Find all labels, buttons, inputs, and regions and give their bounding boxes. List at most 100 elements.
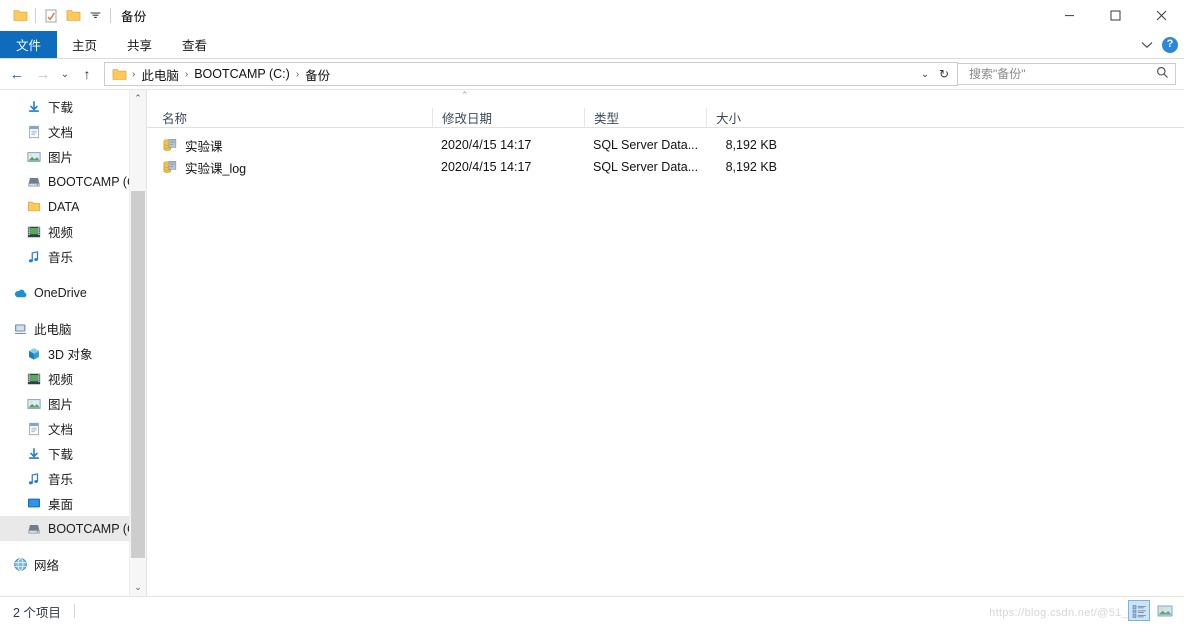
forward-button[interactable]: → xyxy=(30,62,56,86)
sidebar-item-音乐[interactable]: 音乐 xyxy=(0,244,146,269)
video-icon xyxy=(24,224,44,240)
navigation-pane: 下载 文档 图片 BOOTCAMP (C: DATA 视频 音乐 OneDrive 此电脑 3D … xyxy=(0,90,147,596)
refresh-icon[interactable]: ↻ xyxy=(935,67,953,81)
folder-icon[interactable] xyxy=(9,5,31,27)
column-header-size[interactable]: 大小 xyxy=(706,108,796,127)
table-row[interactable]: 实验课 2020/4/15 14:17 SQL Server Data... 8,19… xyxy=(147,134,1184,156)
toolbar-divider xyxy=(35,8,36,23)
file-type-cell: SQL Server Data... xyxy=(593,138,699,152)
file-name-cell: 实验课_log xyxy=(147,158,432,177)
view-mode-buttons xyxy=(1128,600,1176,621)
pictures-icon xyxy=(24,149,44,165)
sql-database-file-icon xyxy=(162,160,178,175)
column-header-date[interactable]: 修改日期 xyxy=(432,108,584,127)
tab-file[interactable]: 文件 xyxy=(0,31,58,58)
file-name-cell: 实验课 xyxy=(147,136,432,155)
address-bar: ← → ⌄ ↑ › 此电脑 › BOOTCAMP (C:) › 备份 ⌄ ↻ xyxy=(0,59,1184,89)
sidebar-item-下载[interactable]: 下载 xyxy=(0,441,146,466)
nav-group-gap xyxy=(0,305,146,316)
help-button[interactable]: ? xyxy=(1162,36,1178,53)
breadcrumb-item-0[interactable]: 此电脑 xyxy=(138,65,182,84)
chevron-down-icon[interactable]: ⌄ xyxy=(917,69,933,80)
breadcrumb-separator[interactable]: › xyxy=(129,69,138,80)
network-icon xyxy=(10,557,30,573)
tab-share[interactable]: 共享 xyxy=(112,31,167,58)
minimize-button[interactable] xyxy=(1046,0,1092,31)
sidebar-item-视频[interactable]: 视频 xyxy=(0,366,146,391)
pictures-icon xyxy=(24,396,44,412)
file-size-cell: 8,192 KB xyxy=(725,138,777,152)
chevron-down-icon[interactable] xyxy=(1141,38,1153,52)
drive-icon xyxy=(24,521,44,537)
breadcrumb-separator[interactable]: › xyxy=(293,69,302,80)
file-size-cell: 8,192 KB xyxy=(725,160,777,174)
ribbon-tabs: 文件 主页 共享 查看 ? xyxy=(0,31,1184,59)
maximize-button[interactable] xyxy=(1092,0,1138,31)
search-box[interactable] xyxy=(958,63,1176,85)
new-folder-icon[interactable] xyxy=(62,5,84,27)
window-controls xyxy=(1046,0,1184,31)
sidebar-item-此电脑[interactable]: 此电脑 xyxy=(0,316,146,341)
sidebar-item-网络[interactable]: 网络 xyxy=(0,552,146,577)
large-icons-view-button[interactable] xyxy=(1154,600,1176,621)
sidebar-item-视频[interactable]: 视频 xyxy=(0,219,146,244)
sidebar-item-label: OneDrive xyxy=(34,285,87,300)
sidebar-item-label: BOOTCAMP (C: xyxy=(48,174,140,189)
scrollbar-thumb[interactable] xyxy=(131,191,145,558)
breadcrumb-item-2[interactable]: 备份 xyxy=(302,65,333,84)
download-icon xyxy=(24,99,44,115)
tab-view[interactable]: 查看 xyxy=(167,31,222,58)
breadcrumb-item-1[interactable]: BOOTCAMP (C:) xyxy=(191,67,293,81)
close-button[interactable] xyxy=(1138,0,1184,31)
details-view-button[interactable] xyxy=(1128,600,1150,621)
sidebar-item-OneDrive[interactable]: OneDrive xyxy=(0,280,146,305)
sidebar-item-BOOTCAMP-C-[interactable]: BOOTCAMP (C: xyxy=(0,169,146,194)
sidebar-item-BOOTCAMP-C-[interactable]: BOOTCAMP (C: xyxy=(0,516,146,541)
scroll-down-button[interactable]: ⌄ xyxy=(130,579,146,596)
back-button[interactable]: ← xyxy=(4,62,30,86)
up-button[interactable]: ↑ xyxy=(74,62,100,86)
ribbon-actions: ? xyxy=(1141,31,1178,58)
sidebar-item-图片[interactable]: 图片 xyxy=(0,391,146,416)
sidebar-item-3D-对象[interactable]: 3D 对象 xyxy=(0,341,146,366)
download-icon xyxy=(24,446,44,462)
column-header-type[interactable]: 类型 xyxy=(584,108,706,127)
breadcrumb-separator[interactable]: › xyxy=(182,69,191,80)
navigation-list: 下载 文档 图片 BOOTCAMP (C: DATA 视频 音乐 OneDrive 此电脑 3D … xyxy=(0,90,146,596)
recent-locations-button[interactable]: ⌄ xyxy=(56,62,74,86)
scroll-up-button[interactable]: ⌃ xyxy=(130,90,146,107)
table-row[interactable]: 实验课_log 2020/4/15 14:17 SQL Server Data...… xyxy=(147,156,1184,178)
sql-database-file-icon xyxy=(162,138,178,153)
sidebar-item-音乐[interactable]: 音乐 xyxy=(0,466,146,491)
sidebar-item-label: 3D 对象 xyxy=(48,348,93,362)
drive-icon xyxy=(24,174,44,190)
status-bar: 2 个项目 https://blog.csdn.net/@51_ xyxy=(0,596,1184,625)
sidebar-item-label: BOOTCAMP (C: xyxy=(48,521,140,536)
breadcrumb-tail: ⌄ ↻ xyxy=(917,67,955,81)
chevron-down-icon[interactable] xyxy=(84,5,106,27)
music-icon xyxy=(24,249,44,265)
folder-icon xyxy=(110,68,129,81)
tab-home[interactable]: 主页 xyxy=(57,31,112,58)
sidebar-item-图片[interactable]: 图片 xyxy=(0,144,146,169)
file-rows: 实验课 2020/4/15 14:17 SQL Server Data... 8,19… xyxy=(147,128,1184,596)
sidebar-item-label: 音乐 xyxy=(48,473,74,487)
title-bar: 备份 xyxy=(0,0,1184,31)
file-date-cell: 2020/4/15 14:17 xyxy=(441,138,532,152)
sidebar-item-label: 桌面 xyxy=(48,498,74,512)
music-icon xyxy=(24,471,44,487)
file-explorer-window: 备份 文件 主页 共享 查看 ? ← → ⌄ ↑ › 此电脑 › BOOTCAM… xyxy=(0,0,1184,625)
sidebar-item-下载[interactable]: 下载 xyxy=(0,94,146,119)
search-input[interactable] xyxy=(967,66,1156,82)
breadcrumb[interactable]: › 此电脑 › BOOTCAMP (C:) › 备份 ⌄ ↻ xyxy=(104,62,958,86)
column-header-name[interactable]: 名称 xyxy=(147,108,432,127)
sidebar-item-文档[interactable]: 文档 xyxy=(0,416,146,441)
search-icon[interactable] xyxy=(1156,66,1169,82)
sidebar-item-文档[interactable]: 文档 xyxy=(0,119,146,144)
sidebar-item-label: 视频 xyxy=(48,373,74,387)
sidebar-scrollbar[interactable]: ⌃ ⌄ xyxy=(129,90,146,596)
sidebar-item-桌面[interactable]: 桌面 xyxy=(0,491,146,516)
properties-icon[interactable] xyxy=(40,5,62,27)
file-date-cell: 2020/4/15 14:17 xyxy=(441,160,532,174)
sidebar-item-DATA[interactable]: DATA xyxy=(0,194,146,219)
